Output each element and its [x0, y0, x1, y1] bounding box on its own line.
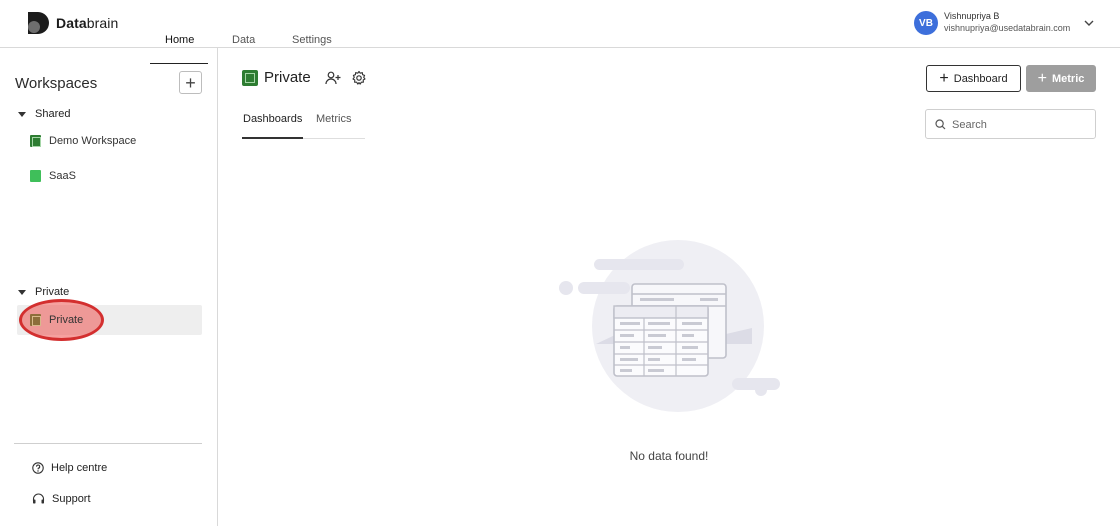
page-header: Private — [242, 69, 311, 86]
tab-active-underline — [242, 137, 303, 139]
plus-icon: + — [939, 69, 949, 87]
sidebar-item-demo-workspace[interactable]: Demo Workspace — [30, 130, 136, 152]
search-box[interactable] — [925, 109, 1096, 139]
search-input[interactable] — [952, 116, 1090, 133]
group-private-label[interactable]: Private — [35, 286, 69, 298]
chevron-down-icon[interactable] — [1082, 16, 1096, 30]
sidebar: Workspaces + Shared Demo Workspace SaaS … — [0, 48, 218, 526]
top-bar: Databrain Home Data Settings VB Vishnupr… — [0, 0, 1120, 48]
caret-down-icon[interactable] — [18, 290, 26, 295]
help-centre-link[interactable]: Help centre — [32, 462, 107, 474]
sheet-icon — [30, 314, 41, 326]
avatar[interactable]: VB — [914, 11, 938, 35]
help-centre-label: Help centre — [51, 462, 108, 474]
support-label: Support — [52, 493, 91, 505]
sidebar-item-label: Private — [49, 314, 84, 326]
nav-data[interactable]: Data — [232, 34, 255, 46]
gear-icon[interactable] — [351, 70, 367, 86]
add-metric-button[interactable]: + Metric — [1026, 65, 1096, 92]
empty-state-message: No data found! — [629, 449, 709, 463]
sidebar-item-saas[interactable]: SaaS — [30, 165, 76, 187]
user-name: Vishnupriya B — [944, 11, 1000, 21]
nav-settings[interactable]: Settings — [292, 34, 332, 46]
workspaces-title: Workspaces — [15, 75, 98, 92]
databrain-logo-icon[interactable] — [26, 12, 50, 34]
dashboard-button-label: Dashboard — [953, 72, 1008, 85]
metric-button-label: Metric — [1051, 72, 1085, 85]
add-dashboard-button[interactable]: + Dashboard — [926, 65, 1021, 92]
caret-down-icon[interactable] — [18, 112, 26, 117]
headset-icon — [32, 493, 45, 504]
sidebar-item-private[interactable]: Private — [30, 309, 83, 331]
empty-table-illustration — [559, 240, 780, 412]
tab-metrics[interactable]: Metrics — [316, 113, 351, 125]
sidebar-item-label: SaaS — [49, 170, 76, 182]
sidebar-divider — [14, 443, 202, 444]
file-icon — [30, 170, 41, 182]
sidebar-item-label: Demo Workspace — [49, 135, 137, 147]
group-shared-label[interactable]: Shared — [35, 108, 70, 120]
brand-name-bold: Data — [56, 15, 87, 31]
plus-icon: + — [1037, 69, 1047, 87]
brand-name-light: brain — [86, 15, 119, 31]
search-icon — [935, 119, 946, 130]
add-user-icon[interactable] — [325, 70, 341, 86]
brand-name[interactable]: Databrain — [56, 15, 118, 31]
sheet-icon — [30, 135, 41, 147]
page-title: Private — [264, 69, 311, 86]
nav-home[interactable]: Home — [165, 34, 194, 46]
sheet-icon — [242, 69, 258, 86]
support-link[interactable]: Support — [32, 493, 91, 505]
tab-dashboards[interactable]: Dashboards — [243, 113, 302, 125]
add-workspace-button[interactable]: + — [179, 71, 202, 94]
help-icon — [32, 462, 44, 474]
user-email: vishnupriya@usedatabrain.com — [944, 23, 1071, 33]
